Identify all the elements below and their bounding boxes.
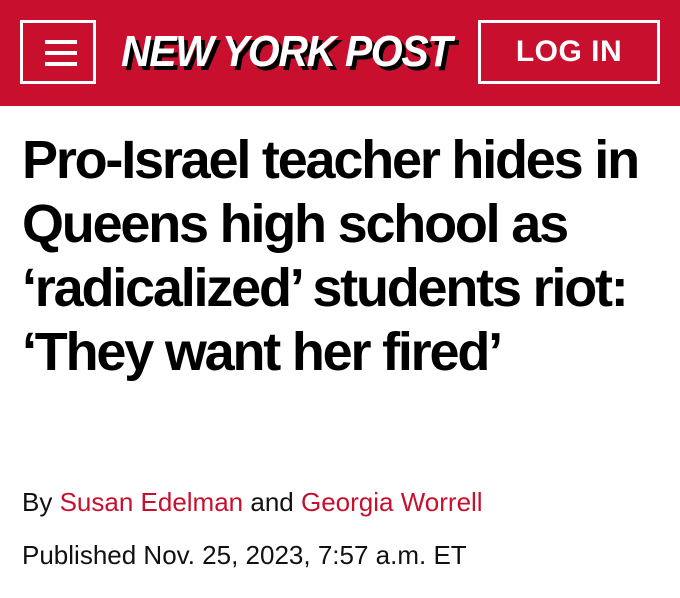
menu-button[interactable] <box>20 20 96 84</box>
byline-conjunction: and <box>250 487 294 517</box>
article-headline: Pro-Israel teacher hides in Queens high … <box>22 130 640 382</box>
login-button[interactable]: LOG IN <box>478 20 660 84</box>
site-header: NEW YORK POST NEW YORK POST LOG IN <box>0 0 680 106</box>
byline-prefix: By <box>22 487 53 517</box>
published-timestamp: Published Nov. 25, 2023, 7:57 a.m. ET <box>22 540 467 570</box>
byline: By Susan Edelman and Georgia Worrell <box>22 487 662 518</box>
author-link-georgia-worrell[interactable]: Georgia Worrell <box>301 487 483 517</box>
hamburger-menu-icon <box>45 40 77 66</box>
new-york-post-logo[interactable]: NEW YORK POST NEW YORK POST <box>112 22 462 82</box>
logo-text: NEW YORK POST <box>121 27 455 76</box>
author-link-susan-edelman[interactable]: Susan Edelman <box>60 487 244 517</box>
